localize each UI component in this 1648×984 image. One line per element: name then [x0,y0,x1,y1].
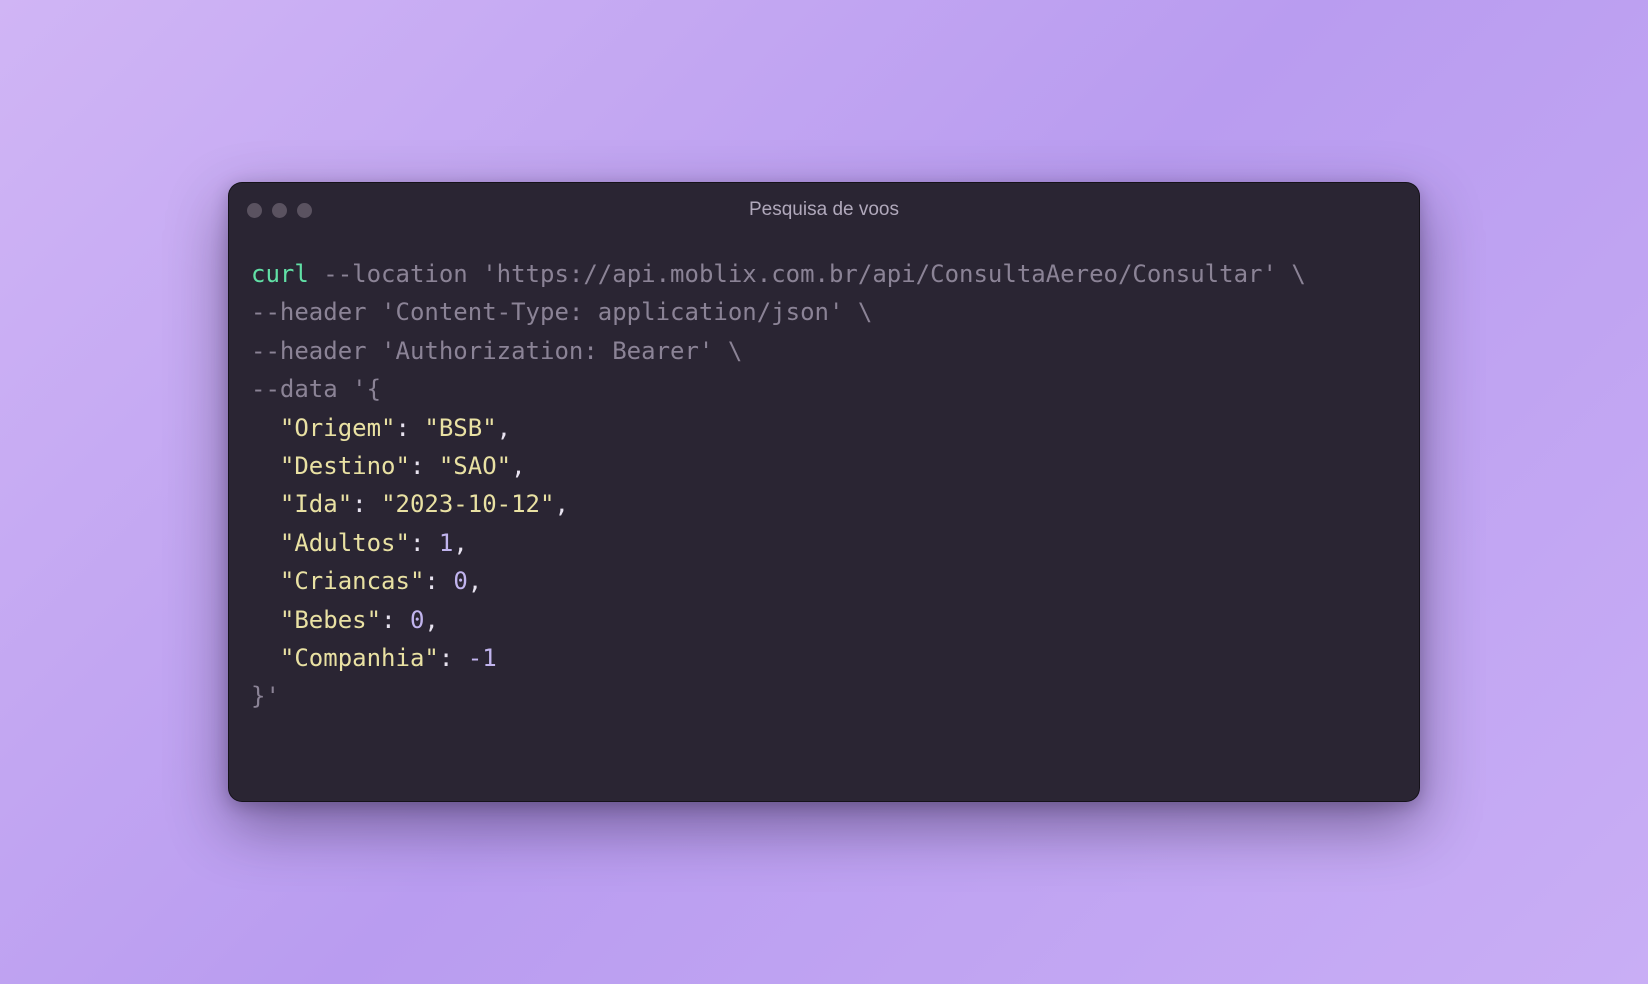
json-val-destino: "SAO" [439,452,511,480]
json-key-companhia: "Companhia" [280,644,439,672]
line-continuation: \ [1291,260,1305,288]
json-key-bebes: "Bebes" [280,606,381,634]
titlebar: Pesquisa de voos [229,183,1419,237]
json-val-companhia: -1 [468,644,497,672]
json-val-ida: "2023-10-12" [381,490,554,518]
minimize-icon[interactable] [272,203,287,218]
json-val-criancas: 0 [453,567,467,595]
json-key-adultos: "Adultos" [280,529,410,557]
flag-location: --location [323,260,468,288]
json-val-bebes: 0 [410,606,424,634]
json-val-origem: "BSB" [424,414,496,442]
json-key-destino: "Destino" [280,452,410,480]
data-open: '{ [352,375,381,403]
header-authorization: 'Authorization: Bearer' [381,337,713,365]
maximize-icon[interactable] [297,203,312,218]
close-icon[interactable] [247,203,262,218]
data-close: }' [251,682,280,710]
terminal-window: Pesquisa de voos curl --location 'https:… [228,182,1420,802]
json-key-criancas: "Criancas" [280,567,425,595]
url-literal: 'https://api.moblix.com.br/api/ConsultaA… [482,260,1277,288]
flag-data: --data [251,375,338,403]
json-key-origem: "Origem" [280,414,396,442]
line-continuation: \ [858,298,872,326]
command-token: curl [251,260,309,288]
json-val-adultos: 1 [439,529,453,557]
traffic-lights [247,203,312,218]
code-block[interactable]: curl --location 'https://api.moblix.com.… [229,237,1419,801]
flag-header: --header [251,298,367,326]
line-continuation: \ [728,337,742,365]
flag-header: --header [251,337,367,365]
header-content-type: 'Content-Type: application/json' [381,298,843,326]
window-title: Pesquisa de voos [229,199,1419,221]
json-key-ida: "Ida" [280,490,352,518]
